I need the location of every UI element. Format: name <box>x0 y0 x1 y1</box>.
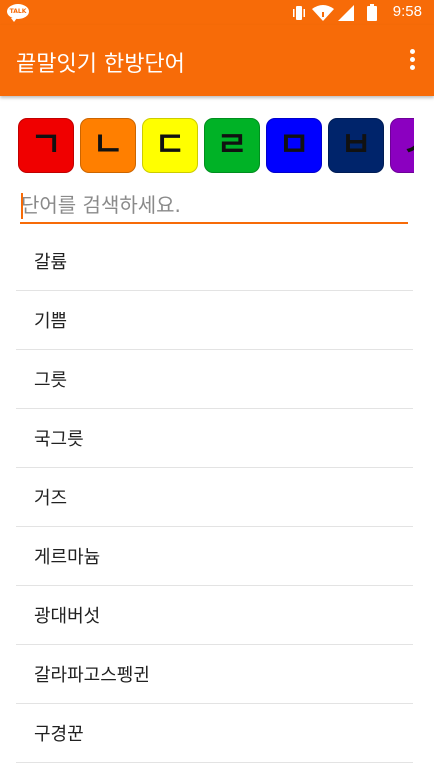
consonant-button[interactable]: ㄷ <box>142 118 198 173</box>
consonant-label: ㅅ <box>390 118 414 173</box>
wifi-icon <box>312 5 334 21</box>
overflow-menu-icon[interactable] <box>404 47 420 75</box>
battery-icon <box>367 4 377 21</box>
word-list-item[interactable]: 갈륨 <box>16 232 413 291</box>
word-list-item[interactable]: 광대버섯 <box>16 586 413 645</box>
word-list-item[interactable]: 기쁨 <box>16 291 413 350</box>
consonant-label: ㄷ <box>154 125 186 165</box>
app-title: 끝말잇기 한방단어 <box>16 52 185 77</box>
vibrate-icon <box>293 6 305 20</box>
consonant-label: ㄹ <box>216 125 248 165</box>
word-list-item[interactable]: 거즈 <box>16 468 413 527</box>
main-content: ㄱㄴㄷㄹㅁㅂㅅ 갈륨기쁨그릇국그릇거즈게르마늄광대버섯갈라파고스펭귄구경꾼 <box>0 96 434 767</box>
consonant-button[interactable]: ㅅ <box>390 118 414 173</box>
consonant-button[interactable]: ㄴ <box>80 118 136 173</box>
consonant-filter-row: ㄱㄴㄷㄹㅁㅂㅅ <box>18 118 414 174</box>
consonant-label: ㅁ <box>278 125 310 165</box>
consonant-button[interactable]: ㄹ <box>204 118 260 173</box>
app-bar: 끝말잇기 한방단어 <box>0 25 434 96</box>
search-field[interactable] <box>20 188 408 224</box>
status-bar: TALK 9:58 <box>0 0 434 25</box>
word-list-item[interactable]: 국그릇 <box>16 409 413 468</box>
word-list: 갈륨 기쁨 그릇 국그릇 거즈 게르마늄 광대버섯 갈라파고스펭귄 구경꾼 <box>16 232 413 763</box>
search-input[interactable] <box>20 188 408 222</box>
signal-icon <box>338 5 354 21</box>
consonant-button[interactable]: ㅂ <box>328 118 384 173</box>
consonant-label: ㄴ <box>92 125 124 165</box>
talk-icon: TALK <box>7 4 29 22</box>
consonant-button[interactable]: ㅁ <box>266 118 322 173</box>
word-list-item[interactable]: 게르마늄 <box>16 527 413 586</box>
consonant-label: ㅂ <box>340 125 372 165</box>
text-cursor <box>21 193 23 219</box>
consonant-button[interactable]: ㄱ <box>18 118 74 173</box>
consonant-label: ㄱ <box>30 125 62 165</box>
status-time: 9:58 <box>392 3 422 20</box>
word-list-item[interactable]: 구경꾼 <box>16 704 413 763</box>
word-list-item[interactable]: 그릇 <box>16 350 413 409</box>
word-list-item[interactable]: 갈라파고스펭귄 <box>16 645 413 704</box>
